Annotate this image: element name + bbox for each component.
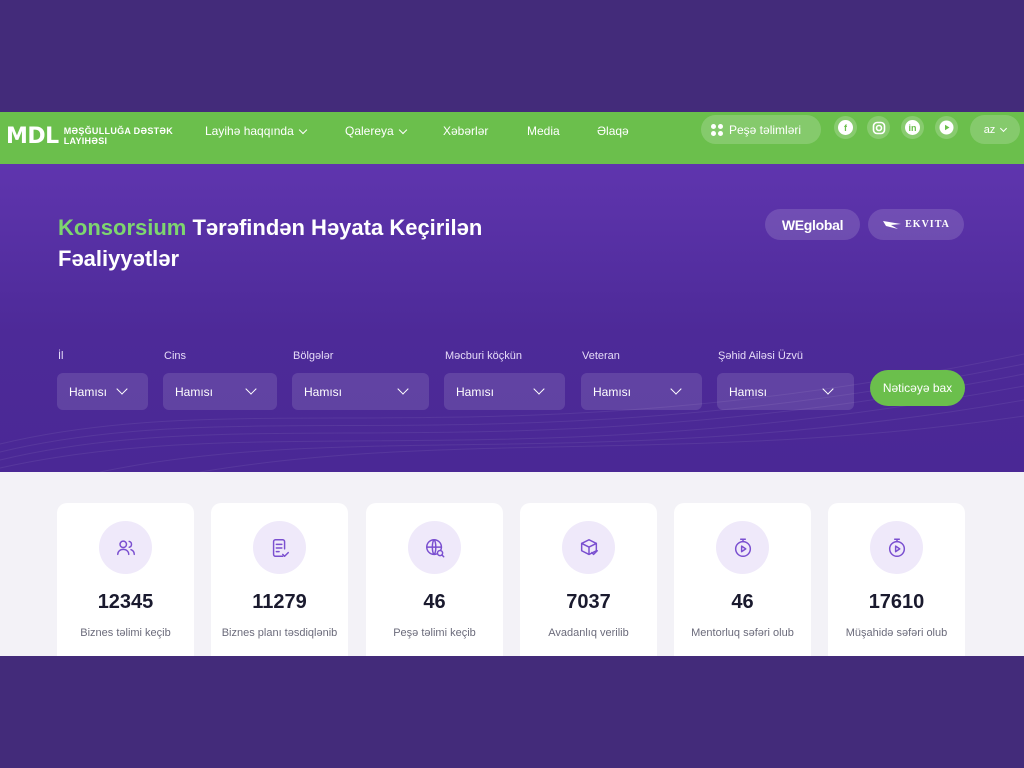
filter-martyr-family-select[interactable]: Hamısı xyxy=(717,373,854,410)
ekvita-wing-icon xyxy=(883,220,902,229)
stat-value: 7037 xyxy=(566,591,611,613)
instagram-icon xyxy=(872,121,885,134)
facebook-button[interactable]: f xyxy=(834,116,857,139)
nav-about-label: Layihə haqqında xyxy=(205,124,294,138)
stat-value: 17610 xyxy=(868,591,925,613)
stat-card-business-training: 12345 Biznes təlimi keçib xyxy=(57,503,194,656)
nav-news[interactable]: Xəbərlər xyxy=(443,123,488,139)
filter-gender-label: Cins xyxy=(164,350,187,362)
stat-label: Peşə təlimi keçib xyxy=(393,627,476,639)
filter-regions-value: Hamısı xyxy=(304,384,343,399)
chevron-down-icon xyxy=(398,125,407,134)
filter-gender-value: Hamısı xyxy=(175,384,214,399)
stat-label: Biznes təlimi keçib xyxy=(80,627,171,639)
filter-idp-select[interactable]: Hamısı xyxy=(444,373,565,410)
document-check-icon xyxy=(272,538,289,557)
nav-contact-label: Əlaqə xyxy=(597,124,629,138)
chevron-down-icon xyxy=(397,383,409,395)
partner-weglobal-logo: WEglobal xyxy=(765,209,860,240)
filter-gender-select[interactable]: Hamısı xyxy=(163,373,277,410)
show-results-button[interactable]: Nəticəyə bax xyxy=(870,370,965,406)
stat-value: 12345 xyxy=(97,591,154,613)
stat-card-equipment: 7037 Avadanlıq verilib xyxy=(520,503,657,656)
stat-label: Müşahidə səfəri olub xyxy=(845,627,948,639)
filter-year-select[interactable]: Hamısı xyxy=(57,373,148,410)
language-label: az xyxy=(983,123,996,136)
logo-mark: MDL xyxy=(6,123,59,149)
filter-year-label: İl xyxy=(58,350,64,362)
filter-martyr-family-label: Şəhid Ailəsi Üzvü xyxy=(718,350,803,362)
stat-icon-wrap xyxy=(870,521,923,574)
partner-ekvita-logo: EKVITA xyxy=(868,209,964,240)
hero-title: Konsorsium Tərəfindən Həyata Keçirilən F… xyxy=(58,212,538,274)
nav-media-label: Media xyxy=(527,124,560,138)
youtube-button[interactable] xyxy=(935,116,958,139)
instagram-button[interactable] xyxy=(867,116,890,139)
vocational-trainings-label: Peşə təlimləri xyxy=(729,122,802,137)
nav-news-label: Xəbərlər xyxy=(443,124,489,138)
nav-media[interactable]: Media xyxy=(527,123,560,139)
globe-search-icon xyxy=(425,538,444,557)
stat-value: 46 xyxy=(423,591,446,613)
filter-martyr-family-value: Hamısı xyxy=(729,384,768,399)
chevron-down-icon xyxy=(822,383,834,395)
nav-gallery[interactable]: Qalereya xyxy=(345,123,407,139)
stopwatch-play-icon xyxy=(888,538,905,557)
stat-label: Avadanlıq verilib xyxy=(548,627,629,639)
filter-idp-label: Məcburi köçkün xyxy=(445,350,523,362)
filter-regions-select[interactable]: Hamısı xyxy=(292,373,429,410)
linkedin-icon: in xyxy=(905,120,920,135)
vocational-trainings-button[interactable]: Peşə təlimləri xyxy=(701,115,821,144)
hero-wave-decoration xyxy=(0,353,1024,472)
chevron-down-icon xyxy=(1000,124,1008,132)
chevron-down-icon xyxy=(298,125,307,134)
filter-veteran-label: Veteran xyxy=(582,350,620,362)
logo-text-line2: Layihəsi xyxy=(63,136,108,146)
stat-value: 46 xyxy=(731,591,754,613)
filter-year-value: Hamısı xyxy=(69,384,108,399)
chevron-down-icon xyxy=(533,383,545,395)
logo-text: Məşğulluğa Dəstək Layihəsi xyxy=(64,126,173,146)
stat-icon-wrap xyxy=(253,521,306,574)
chevron-down-icon xyxy=(245,383,257,395)
box-check-icon xyxy=(580,538,598,555)
stat-label: Biznes planı təsdiqlənib xyxy=(221,627,338,639)
stat-value: 11279 xyxy=(252,591,307,613)
stat-icon-wrap xyxy=(99,521,152,574)
stat-card-vocational-training: 46 Peşə təlimi keçib xyxy=(366,503,503,656)
users-icon xyxy=(116,539,135,555)
grid-icon xyxy=(711,123,723,136)
filter-idp-value: Hamısı xyxy=(456,384,495,399)
hero-title-accent: Konsorsium xyxy=(58,215,187,240)
stat-card-observation-visit: 17610 Müşahidə səfəri olub xyxy=(828,503,965,656)
stat-card-mentoring-visit: 46 Mentorluq səfəri olub xyxy=(674,503,811,656)
language-selector[interactable]: az xyxy=(970,115,1020,144)
stopwatch-play-icon xyxy=(734,538,751,557)
stat-icon-wrap xyxy=(408,521,461,574)
stat-icon-wrap xyxy=(562,521,615,574)
youtube-icon xyxy=(939,120,954,135)
nav-contact[interactable]: Əlaqə xyxy=(597,123,629,139)
chevron-down-icon xyxy=(116,383,128,395)
nav-about[interactable]: Layihə haqqında xyxy=(205,123,307,139)
filter-veteran-select[interactable]: Hamısı xyxy=(581,373,702,410)
stat-label: Mentorluq səfəri olub xyxy=(691,627,794,639)
logo-text-line1: Məşğulluğa Dəstək xyxy=(63,126,174,136)
chevron-down-icon xyxy=(670,383,682,395)
stat-card-business-plan: 11279 Biznes planı təsdiqlənib xyxy=(211,503,348,656)
linkedin-button[interactable]: in xyxy=(901,116,924,139)
filter-regions-label: Bölgələr xyxy=(293,350,334,362)
stat-icon-wrap xyxy=(716,521,769,574)
logo[interactable]: MDL Məşğulluğa Dəstək Layihəsi xyxy=(6,121,173,151)
partner-ekvita-label: EKVITA xyxy=(905,219,950,230)
facebook-icon: f xyxy=(838,120,853,135)
hero-section xyxy=(0,164,1024,472)
nav-gallery-label: Qalereya xyxy=(345,124,394,138)
filter-veteran-value: Hamısı xyxy=(593,384,632,399)
